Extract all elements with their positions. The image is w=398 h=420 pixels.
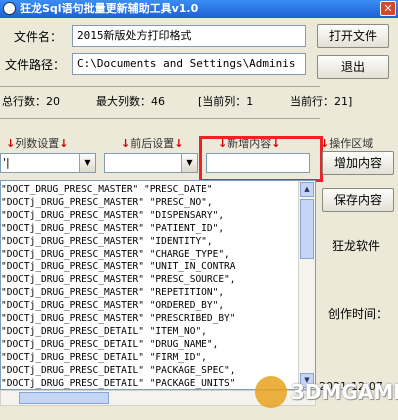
down-arrow-icon: ↓ xyxy=(121,137,131,150)
list-item[interactable]: "DOCTj_DRUG_PRESC_MASTER" "PRESC_NO", xyxy=(1,196,213,209)
highlight-box xyxy=(199,136,323,182)
max-cols: 最大列数：46 xyxy=(96,95,165,108)
save-content-button[interactable]: 保存内容 xyxy=(322,188,394,212)
current-col: [当前列：1 xyxy=(198,95,254,108)
before-after-label: 前后设置 xyxy=(130,137,175,150)
down-arrow-icon: ↓ xyxy=(59,137,69,150)
filename-label: 文件名： xyxy=(14,30,63,44)
filename-field[interactable]: 2015新版处方打印格式 xyxy=(72,25,306,47)
list-item[interactable]: "DOCTj_DRUG_PRESC_DETAIL" "DRUG_NAME", xyxy=(1,338,218,351)
vertical-scrollbar[interactable]: ▲ ▼ xyxy=(298,181,315,389)
col-settings-header: ↓列数设置↓ xyxy=(6,135,68,151)
hscroll-thumb[interactable] xyxy=(19,392,109,404)
total-rows: 总行数：20 xyxy=(2,95,60,108)
list-item[interactable]: "DOCTj_DRUG_PRESC_MASTER" "PRESCRIBED_BY… xyxy=(1,312,236,325)
down-arrow-icon: ↓ xyxy=(6,137,16,150)
col-settings-select[interactable]: '| ▼ xyxy=(0,153,96,173)
close-button[interactable]: ✕ xyxy=(380,1,396,16)
watermark: 3DMGAME xyxy=(255,370,398,414)
open-file-button[interactable]: 打开文件 xyxy=(317,24,389,48)
operation-area-label: 操作区域 xyxy=(329,137,374,150)
current-row: 当前行：21] xyxy=(290,95,353,108)
sql-list[interactable]: "DOCT_DRUG_PRESC_MASTER" "PRESC_DATE" "DO… xyxy=(0,180,316,390)
list-item[interactable]: "DOCTj_DRUG_PRESC_DETAIL" "FIRM_ID", xyxy=(1,351,207,364)
col-settings-label: 列数设置 xyxy=(15,137,60,150)
title-bar: 狂龙Sql语句批量更新辅助工具v1.0 ✕ xyxy=(0,0,398,18)
list-item[interactable]: "DOCTj_DRUG_PRESC_MASTER" "UNIT_IN_CONTR… xyxy=(1,260,236,273)
separator-mid xyxy=(0,118,320,119)
down-arrow-icon: ↓ xyxy=(174,137,184,150)
before-after-header: ↓前后设置↓ xyxy=(121,135,183,151)
list-item[interactable]: "DOCT_DRUG_PRESC_MASTER" "PRESC_DATE" xyxy=(1,183,213,196)
list-item[interactable]: "DOCTj_DRUG_PRESC_MASTER" "DISPENSARY", xyxy=(1,209,224,222)
created-label: 创作时间： xyxy=(328,307,389,321)
scroll-up-icon[interactable]: ▲ xyxy=(300,182,314,197)
list-item[interactable]: "DOCTj_DRUG_PRESC_DETAIL" "PACKAGE_UNITS… xyxy=(1,377,236,390)
separator-top xyxy=(0,86,320,87)
col-settings-value: '| xyxy=(3,156,10,169)
filepath-field[interactable]: C:\Documents and Settings\Adminis xyxy=(72,53,306,75)
stats-bar: 总行数：20 最大列数：46 [当前列：1 当前行：21] xyxy=(0,88,398,112)
add-content-button[interactable]: 增加内容 xyxy=(322,151,394,175)
filepath-label: 文件路径： xyxy=(5,58,66,72)
watermark-logo-icon xyxy=(255,376,287,408)
before-after-select[interactable]: ▼ xyxy=(104,153,198,173)
app-icon xyxy=(3,2,16,15)
brand-label: 狂龙软件 xyxy=(332,239,381,253)
list-item[interactable]: "DOCTj_DRUG_PRESC_MASTER" "REPETITION", xyxy=(1,286,224,299)
chevron-down-icon[interactable]: ▼ xyxy=(181,154,197,172)
list-item[interactable]: "DOCTj_DRUG_PRESC_MASTER" "CHARGE_TYPE", xyxy=(1,248,230,261)
operation-area-header: ↓操作区域 xyxy=(320,135,373,151)
list-item[interactable]: "DOCTj_DRUG_PRESC_DETAIL" "ITEM_NO", xyxy=(1,325,207,338)
list-item[interactable]: "DOCTj_DRUG_PRESC_DETAIL" "PACKAGE_SPEC"… xyxy=(1,364,236,377)
list-item[interactable]: "DOCTj_DRUG_PRESC_MASTER" "ORDERED_BY", xyxy=(1,299,224,312)
scroll-thumb[interactable] xyxy=(300,199,314,259)
window-title: 狂龙Sql语句批量更新辅助工具v1.0 xyxy=(20,2,199,15)
chevron-down-icon[interactable]: ▼ xyxy=(79,154,95,172)
list-item[interactable]: "DOCTj_DRUG_PRESC_MASTER" "PATIENT_ID", xyxy=(1,222,224,235)
watermark-text: 3DMGAME xyxy=(291,380,398,404)
list-item[interactable]: "DOCTj_DRUG_PRESC_MASTER" "IDENTITY", xyxy=(1,235,213,248)
list-item[interactable]: "DOCTj_DRUG_PRESC_MASTER" "PRESC_SOURCE"… xyxy=(1,273,236,286)
exit-button[interactable]: 退出 xyxy=(317,55,389,79)
